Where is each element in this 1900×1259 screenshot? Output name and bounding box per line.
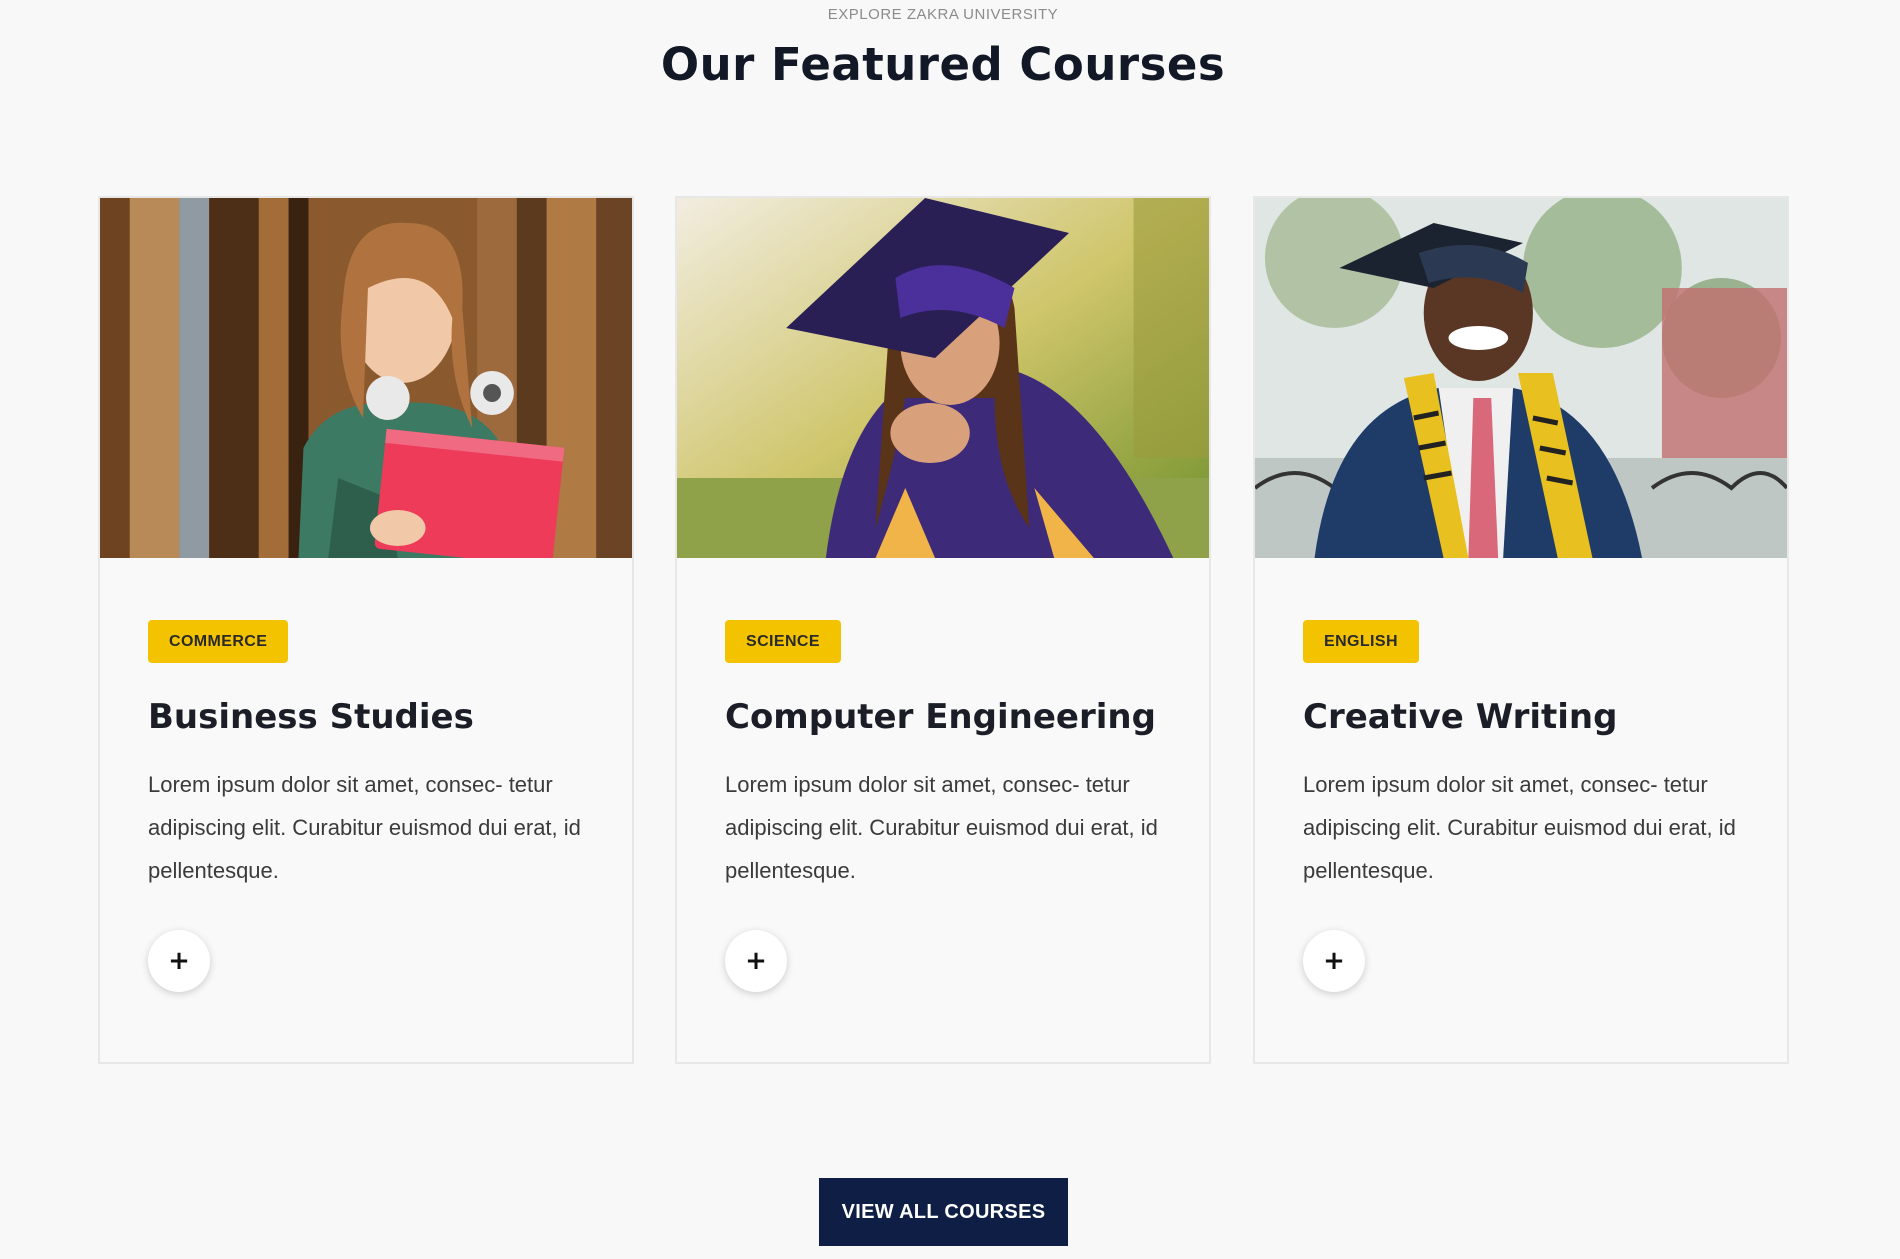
course-image-creative-writing — [1255, 198, 1787, 558]
featured-courses-section: EXPLORE ZAKRA UNIVERSITY Our Featured Co… — [0, 0, 1900, 1259]
course-title[interactable]: Computer Engineering — [725, 697, 1161, 737]
student-photo — [100, 198, 632, 558]
section-title: Our Featured Courses — [660, 38, 1226, 91]
plus-icon[interactable]: + — [148, 930, 210, 992]
category-tag[interactable]: COMMERCE — [148, 620, 289, 663]
course-description: Lorem ipsum dolor sit amet, consec- tetu… — [148, 772, 581, 883]
course-body: ENGLISH Creative Writing Lorem ipsum dol… — [1255, 558, 1787, 892]
course-title[interactable]: Business Studies — [148, 697, 584, 737]
section-eyebrow: EXPLORE ZAKRA UNIVERSITY — [827, 6, 1059, 23]
course-description: Lorem ipsum dolor sit amet, consec- tetu… — [1303, 772, 1736, 883]
course-body: SCIENCE Computer Engineering Lorem ipsum… — [677, 558, 1209, 892]
course-image-computer-engineering — [677, 198, 1209, 558]
course-title[interactable]: Creative Writing — [1303, 697, 1739, 737]
category-tag[interactable]: SCIENCE — [725, 620, 841, 663]
course-card-computer-engineering: SCIENCE Computer Engineering Lorem ipsum… — [675, 196, 1211, 1064]
graduate-man-photo — [1255, 198, 1787, 558]
course-card-business-studies: COMMERCE Business Studies Lorem ipsum do… — [98, 196, 634, 1064]
course-image-business-studies — [100, 198, 632, 558]
course-description: Lorem ipsum dolor sit amet, consec- tetu… — [725, 772, 1158, 883]
view-all-courses-button[interactable]: VIEW ALL COURSES — [819, 1178, 1068, 1246]
course-cards: COMMERCE Business Studies Lorem ipsum do… — [98, 196, 1790, 1064]
course-body: COMMERCE Business Studies Lorem ipsum do… — [100, 558, 632, 892]
course-card-creative-writing: ENGLISH Creative Writing Lorem ipsum dol… — [1253, 196, 1789, 1064]
graduate-woman-photo — [677, 198, 1209, 558]
category-tag[interactable]: ENGLISH — [1303, 620, 1419, 663]
plus-icon[interactable]: + — [1303, 930, 1365, 992]
plus-icon[interactable]: + — [725, 930, 787, 992]
